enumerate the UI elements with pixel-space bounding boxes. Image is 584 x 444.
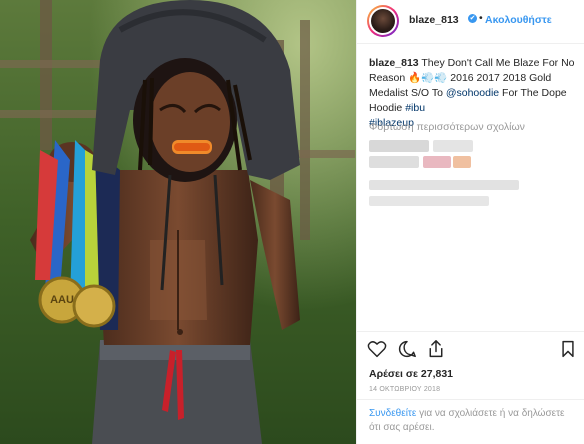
follow-button[interactable]: Ακολουθήστε [485, 14, 552, 26]
caption-mention[interactable]: @sohoodie [446, 87, 499, 99]
caption-hashtag-1[interactable]: #ibu [405, 102, 425, 114]
avatar[interactable] [367, 5, 399, 37]
blurred-comment-text [369, 196, 489, 206]
comment-icon[interactable] [397, 340, 417, 358]
login-divider [357, 399, 584, 401]
blurred-comment-text [433, 140, 473, 152]
username[interactable]: blaze_813 [409, 14, 459, 26]
post-sidebar: blaze_813 ✔ • Ακολουθήστε blaze_813 They… [356, 0, 584, 444]
instagram-post: AAU blaze_813 ✔ • Ακολουθήστε blaze_813 … [0, 0, 584, 444]
blurred-comment-text [423, 156, 451, 168]
heart-icon[interactable] [367, 340, 387, 358]
verified-badge-icon: ✔ [468, 14, 477, 23]
post-photo[interactable]: AAU [0, 0, 356, 444]
blurred-comment-text [369, 156, 419, 168]
bookmark-icon[interactable] [561, 340, 575, 358]
load-more-comments[interactable]: Φόρτωση περισσότερων σχολίων [369, 121, 525, 133]
blurred-comment-username [369, 140, 429, 152]
post-header: blaze_813 ✔ • Ακολουθήστε [357, 0, 584, 44]
photo-illustration: AAU [0, 0, 356, 444]
blurred-comment-text [453, 156, 471, 168]
actions-divider [357, 331, 584, 333]
login-prompt: Συνδεθείτε για να σχολιάσετε ή να δηλώσε… [369, 407, 577, 435]
medal-text: AAU [50, 294, 74, 306]
post-caption: blaze_813 They Don't Call Me Blaze For N… [369, 56, 577, 131]
caption-username[interactable]: blaze_813 [369, 57, 419, 69]
share-icon[interactable] [427, 339, 445, 359]
likes-count[interactable]: Αρέσει σε 27,831 [369, 368, 453, 380]
login-link[interactable]: Συνδεθείτε [369, 408, 416, 419]
caption-emojis: 🔥💨💨 [408, 72, 448, 84]
blurred-comment-text [369, 180, 519, 190]
post-date[interactable]: 14 ΟΚΤΩΒΡΙΟΥ 2018 [369, 386, 440, 393]
separator-dot: • [479, 12, 483, 24]
